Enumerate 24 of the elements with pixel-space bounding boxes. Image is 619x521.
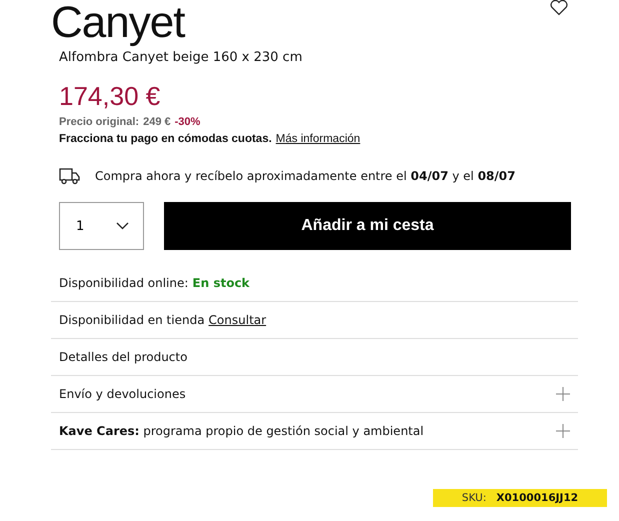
discount-text: -30% [174,116,200,128]
current-price: 174,30 € [59,81,160,112]
accordion-label[interactable]: Envío y devoluciones [59,387,186,401]
truck-icon [59,167,81,185]
product-title: Canyet [51,0,184,46]
accordion-label[interactable]: Kave Cares: programa propio de gestión social y ambiental [59,424,424,438]
accordion-label[interactable]: Detalles del producto [59,350,188,364]
add-to-cart-button[interactable]: Añadir a mi cesta [164,202,571,250]
original-price-label: Precio original: [59,116,140,128]
plus-icon[interactable] [556,424,570,438]
stock-status: En stock [192,276,250,290]
delivery-text: Compra ahora y recíbelo aproximadamente entre el 04/07 y el 08/07 [95,169,516,183]
sku-label: SKU: X0100016JJ12 [433,489,607,507]
more-info-link[interactable]: Más información [276,133,360,145]
quantity-select[interactable]: 1 [59,202,144,250]
product-subtitle: Alfombra Canyet beige 160 x 230 cm [59,50,302,65]
availability-label: Disponibilidad online: [59,276,188,290]
check-store-link[interactable]: Consultar [208,313,266,327]
chevron-down-icon [116,222,129,230]
store-availability-label: Disponibilidad en tienda [59,313,205,327]
installments-text: Fracciona tu pago en cómodas cuotas. [59,133,272,145]
plus-icon[interactable] [556,387,570,401]
heart-icon[interactable] [548,0,570,16]
original-price: 249 € [143,116,171,128]
